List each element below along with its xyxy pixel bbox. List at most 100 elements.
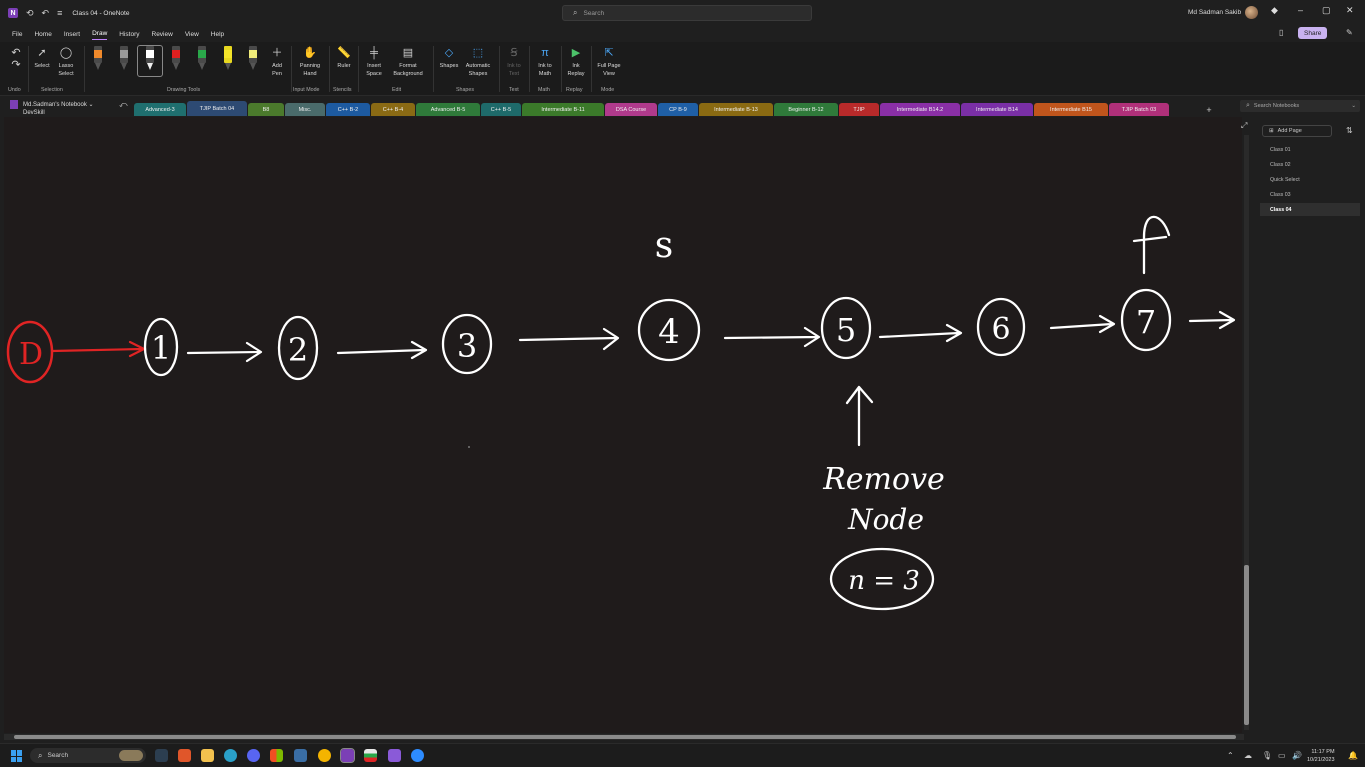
onedrive-icon[interactable]: ☁ [1244,751,1252,760]
section-tab[interactable]: Intermediate B-13 [699,103,773,116]
pen-orange-icon[interactable] [92,46,104,72]
add-pen-button[interactable]: ＋ Add Pen [268,46,286,78]
arrow-5-6 [878,323,963,343]
mail-icon[interactable] [294,749,307,762]
menu-home[interactable]: Home [34,29,51,40]
user-name[interactable]: Md Sadman Sakib [1188,9,1241,16]
back-icon[interactable]: ⟲ [26,8,34,19]
section-tab[interactable]: C++ B-5 [481,103,521,116]
notebook-view-icon[interactable]: ▯ [1279,28,1283,37]
task-view-icon[interactable] [155,749,168,762]
maximize-icon[interactable]: ▢ [1322,5,1331,16]
undo-icon[interactable]: ↶ [42,8,50,19]
slow-pointer-label: s [655,225,673,266]
add-page-button[interactable]: ⊞ Add Page [1262,125,1332,137]
menu-view[interactable]: View [185,29,199,40]
taskbar-search-box[interactable]: ⌕ Search [30,748,146,763]
page-canvas[interactable]: D 1 2 3 4 5 6 7 s f Remove Node n = 3 [4,117,1242,733]
lasso-select-button[interactable]: ◯ Lasso Select [55,46,77,78]
menu-insert[interactable]: Insert [64,29,80,40]
page-item-class-01[interactable]: Class 01 [1260,143,1360,156]
share-button[interactable]: Share [1298,27,1328,39]
menu-file[interactable]: File [12,29,22,40]
section-tab[interactable]: Beginner B-12 [774,103,838,116]
panning-hand-button[interactable]: ✋ Panning Hand [296,46,324,78]
pen-gray-icon[interactable] [118,46,130,72]
page-item-class-02[interactable]: Class 02 [1260,158,1360,171]
notebook-picker[interactable]: Md.Sadman's Notebook ⌄ DevSkill [10,100,94,117]
add-section-button[interactable]: + [1200,103,1218,116]
section-tab[interactable]: Intermediate B15 [1034,103,1108,116]
menu-history[interactable]: History [119,29,139,40]
chrome-icon[interactable] [318,749,331,762]
ink-replay-button[interactable]: ▶ Ink Replay [565,46,587,78]
page-item-class-03[interactable]: Class 03 [1260,188,1360,201]
section-tab[interactable]: Misc. [285,103,325,116]
edge-browser-icon[interactable] [224,749,237,762]
section-tab[interactable]: TJIP Batch 04 [187,101,247,116]
section-tab[interactable]: Intermediate B14.2 [880,103,960,116]
expand-icon[interactable]: ⤢ [1241,121,1247,131]
microsoft-store-icon[interactable] [270,749,283,762]
pen-green-icon[interactable] [196,46,208,72]
pen-mode-icon[interactable]: ✎ [1346,28,1353,37]
back-arrow-icon[interactable]: ⤺ [119,100,128,110]
network-icon[interactable]: ▭ [1278,751,1286,760]
pen-white-icon[interactable] [144,46,156,72]
page-item-class-04[interactable]: Class 04 [1260,203,1360,216]
ink-to-math-button[interactable]: π Ink to Math [533,46,557,78]
vertical-scroll-thumb[interactable] [1244,565,1249,725]
onenote-taskbar-icon[interactable] [340,748,355,763]
search-notebooks-input[interactable]: ⌕ Search Notebooks ⌄ [1240,100,1360,112]
search-input[interactable]: ⌕ Search [562,5,812,21]
vertical-scrollbar[interactable] [1244,135,1249,730]
quick-access-dropdown-icon[interactable]: ≡ [57,8,62,18]
section-tab[interactable]: CP B-9 [658,103,698,116]
ink-to-text-button[interactable]: Ꞩ Ink to Text [503,46,525,78]
microphone-icon[interactable]: 🎙 [1262,751,1272,760]
menu-review[interactable]: Review [152,29,173,40]
section-tab[interactable]: Advanced-3 [134,103,186,116]
section-tab[interactable]: Intermediate B14 [961,103,1033,116]
diamond-icon[interactable]: ◆ [1271,5,1278,16]
section-tab[interactable]: C++ B-4 [371,103,415,116]
avatar[interactable] [1245,6,1258,19]
section-tab[interactable]: B8 [248,103,284,116]
section-tab[interactable]: TJIP [839,103,879,116]
sort-icon[interactable]: ⇅ [1346,126,1353,135]
menu-help[interactable]: Help [211,29,224,40]
minimize-icon[interactable]: – [1298,5,1303,15]
format-background-button[interactable]: ▤ Format Background [388,46,428,78]
full-page-view-button[interactable]: ⇱ Full Page View [595,46,623,78]
section-tab[interactable]: Advanced B-5 [416,103,480,116]
section-tab[interactable]: DSA Course [605,103,657,116]
menu-draw[interactable]: Draw [92,28,108,40]
chevron-up-icon[interactable]: ⌃ [1227,751,1234,760]
page-item-quick-select[interactable]: Quick Select [1260,173,1360,186]
undo-button[interactable]: ↶ ↷ [9,46,23,74]
close-icon[interactable]: ✕ [1346,5,1354,16]
zoom-icon[interactable] [411,749,424,762]
visual-studio-icon[interactable] [388,749,401,762]
discord-icon[interactable] [247,749,260,762]
notifications-bell-icon[interactable]: 🔔 [1348,751,1358,760]
file-explorer-icon[interactable] [201,749,214,762]
select-button[interactable]: ➚ Select [33,46,51,70]
automatic-shapes-button[interactable]: ⬚ Automatic Shapes [462,46,494,78]
section-tab[interactable]: Intermediate B-11 [522,103,604,116]
highlighter-light-yellow-icon[interactable] [247,46,259,72]
shapes-button[interactable]: ◇ Shapes [438,46,460,70]
system-clock[interactable]: 11:17 PM 10/21/2023 [1307,748,1335,764]
insert-space-button[interactable]: ╪ Insert Space [363,46,385,78]
volume-icon[interactable]: 🔊 [1292,751,1302,760]
windows-start-icon[interactable] [11,750,23,762]
app-flag-icon[interactable] [364,749,377,762]
section-tab[interactable]: TJIP Batch 03 [1109,103,1169,116]
horizontal-scrollbar[interactable] [4,734,1244,740]
ruler-button[interactable]: 📏 Ruler [334,46,354,70]
highlighter-yellow-icon[interactable] [222,46,234,72]
horizontal-scroll-thumb[interactable] [14,735,1236,739]
section-tab[interactable]: C++ B-2 [326,103,370,116]
app-orange-icon[interactable] [178,749,191,762]
pen-red-icon[interactable] [170,46,182,72]
